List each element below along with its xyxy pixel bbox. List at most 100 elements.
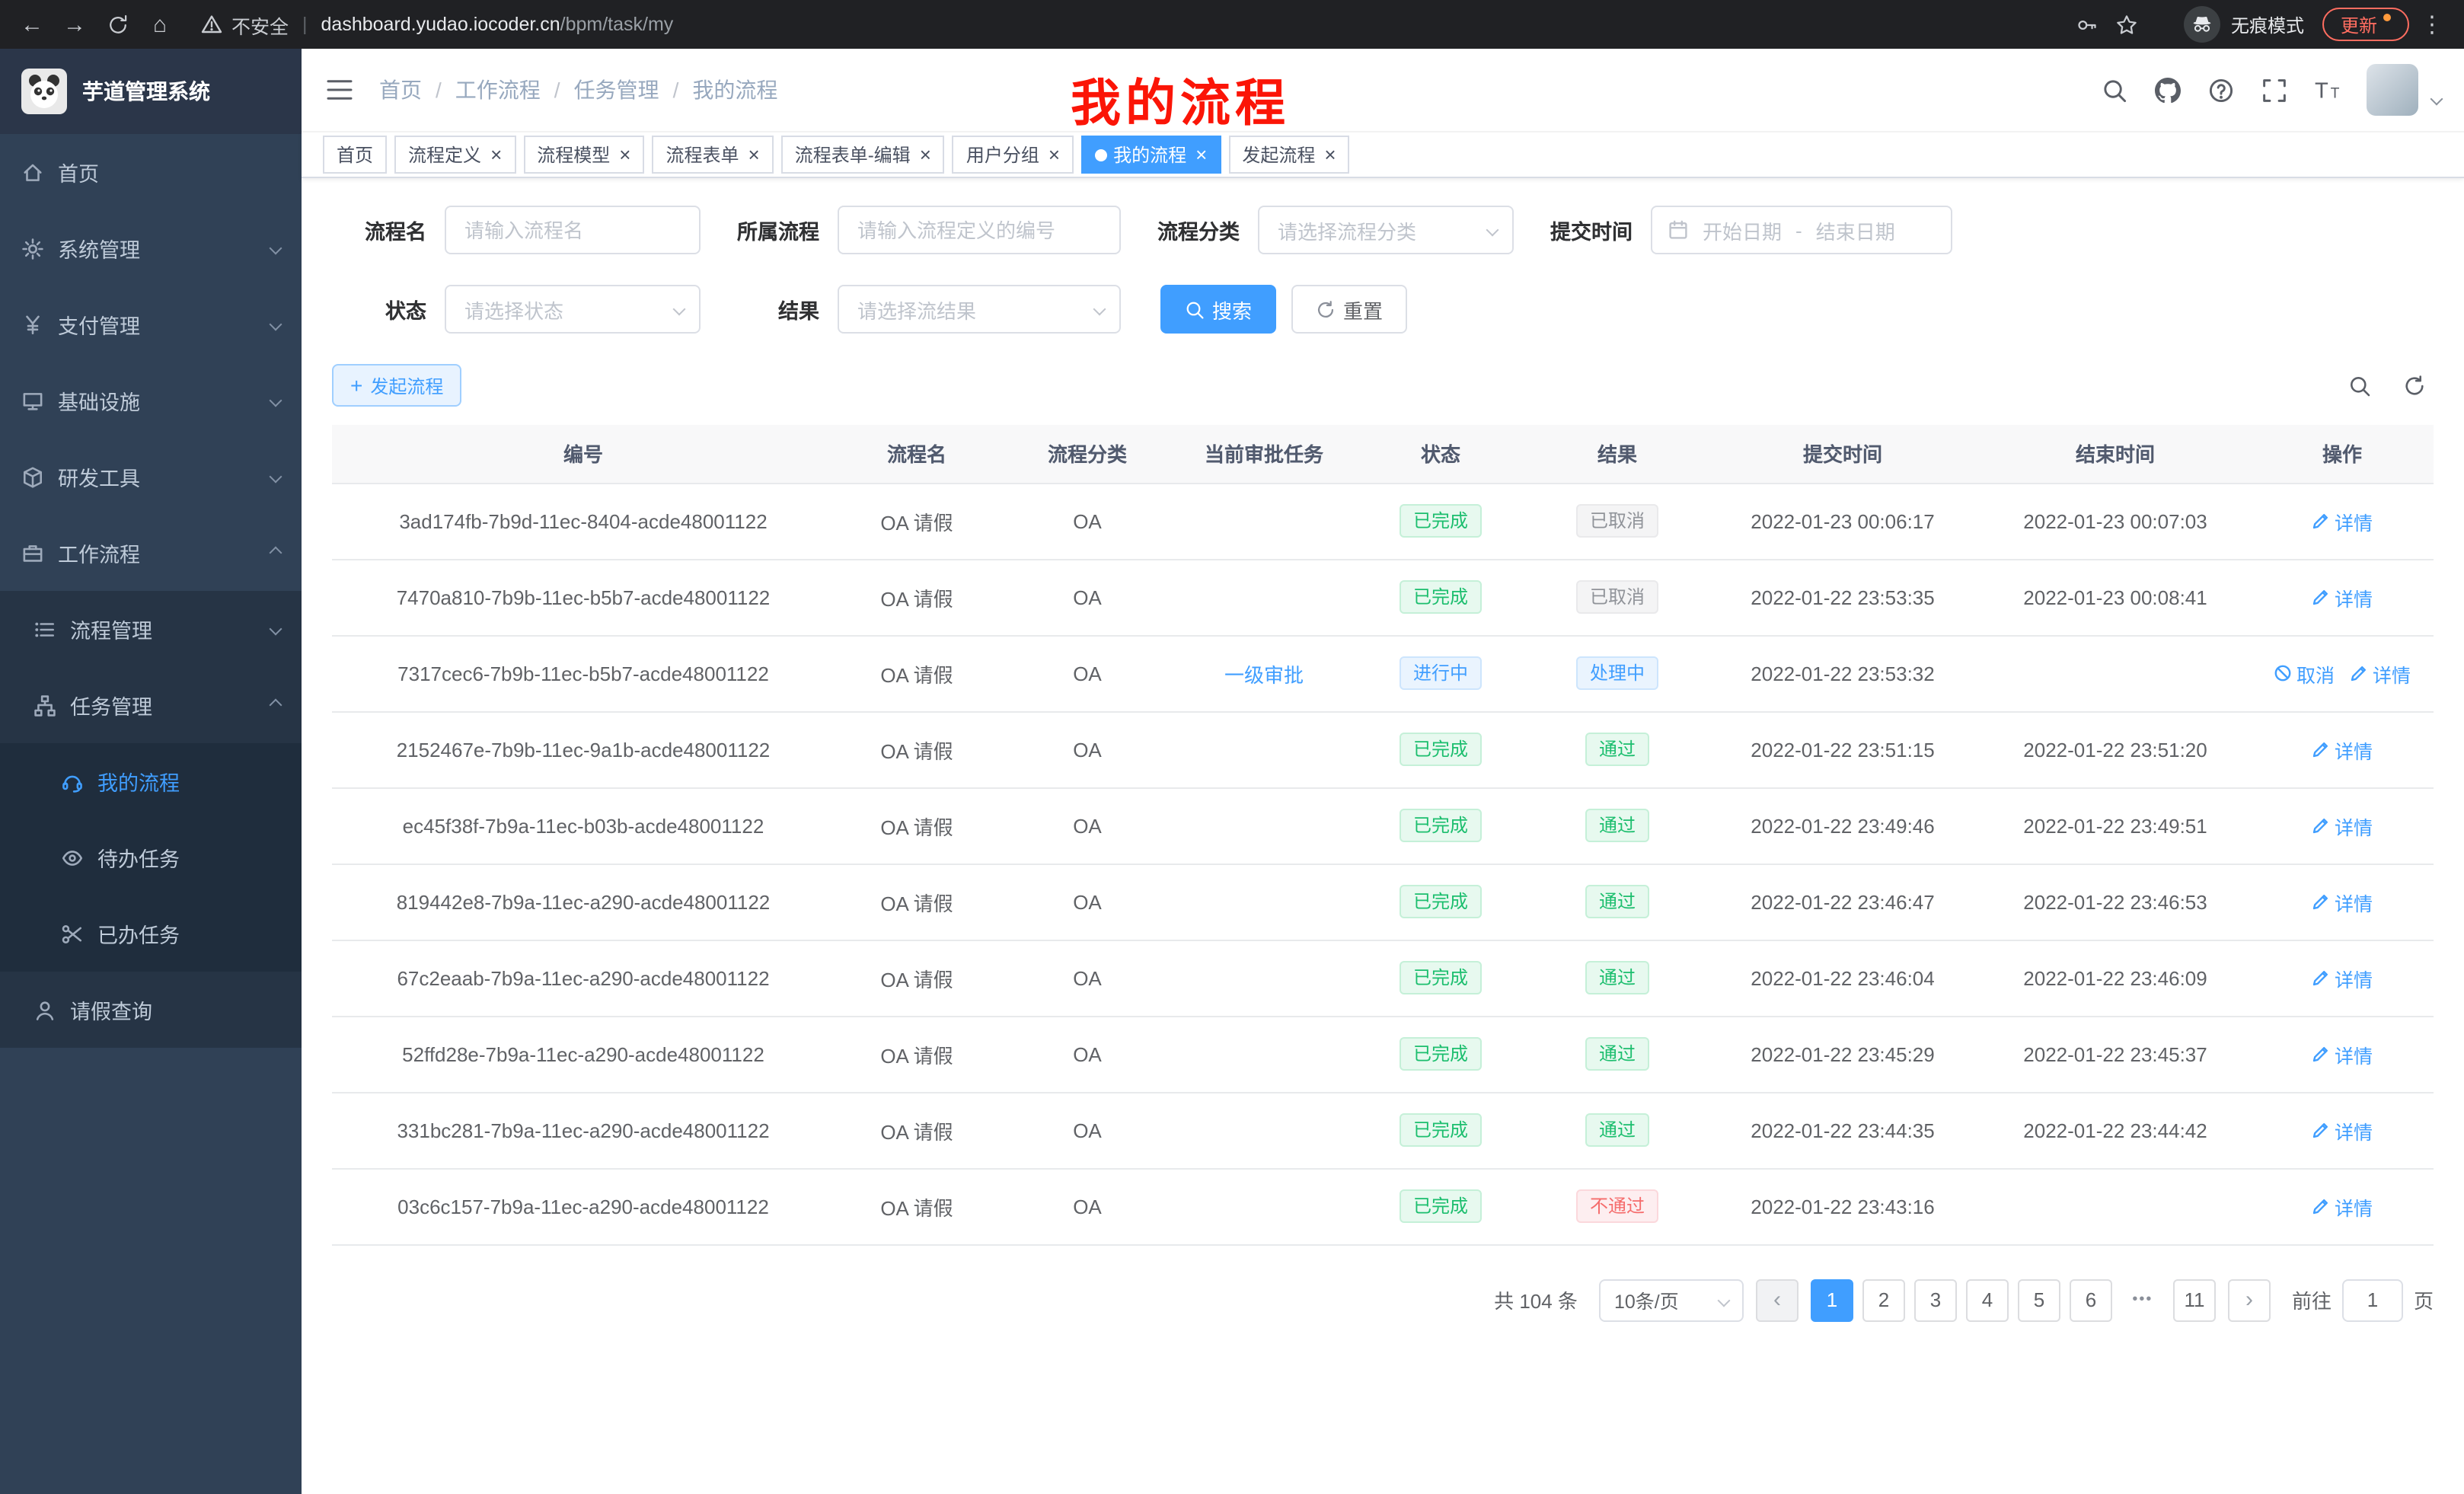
more-pages-icon[interactable]: ••• [2121,1279,2164,1321]
hamburger-icon[interactable] [324,75,355,105]
breadcrumb-item[interactable]: 工作流程 [455,75,541,105]
page-button[interactable]: 6 [2070,1279,2112,1321]
detail-action[interactable]: 详情 [2312,963,2373,992]
detail-action[interactable]: 详情 [2312,1116,2373,1144]
browser-home-icon[interactable]: ⌂ [140,5,180,44]
status-cell: 已完成 [1352,1016,1529,1092]
fullscreen-icon[interactable] [2260,76,2287,104]
process-name-input[interactable] [445,206,701,254]
chevron-down-icon[interactable] [2430,93,2443,106]
chevron-down-icon [270,394,282,407]
process-id: 52ffd28e-7b9a-11ec-a290-acde48001122 [332,1016,835,1092]
tab[interactable]: 流程定义 × [394,136,515,174]
tab[interactable]: 流程表单× [652,136,773,174]
page-button[interactable]: 11 [2173,1279,2216,1321]
sidebar-item[interactable]: 待办任务 [0,819,302,895]
close-icon[interactable]: × [490,145,502,164]
browser-menu-dots-icon[interactable]: ⋮ [2412,5,2452,44]
close-icon[interactable]: × [748,145,760,164]
breadcrumb-item[interactable]: 我的流程 [692,75,777,105]
key-icon[interactable] [2068,5,2108,44]
detail-action[interactable]: 详情 [2312,1039,2373,1068]
cancel-action[interactable]: 取消 [2274,659,2335,688]
status-select[interactable]: 请选择状态 [445,285,701,334]
page-button[interactable]: 5 [2018,1279,2060,1321]
prev-page-button[interactable]: ‹ [1756,1279,1799,1321]
close-icon[interactable]: × [1324,145,1336,164]
goto-page-input[interactable] [2342,1279,2403,1321]
detail-action[interactable]: 详情 [2312,1192,2373,1221]
breadcrumb-item[interactable]: 首页 [379,75,422,105]
sidebar-item[interactable]: 支付管理 [0,286,302,362]
detail-action[interactable]: 详情 [2312,583,2373,611]
detail-action[interactable]: 详情 [2350,659,2411,688]
sidebar-item[interactable]: 流程管理 [0,591,302,667]
bookmark-star-icon[interactable] [2108,5,2147,44]
sidebar-item[interactable]: 任务管理 [0,667,302,743]
sidebar-item[interactable]: 工作流程 [0,515,302,591]
browser-chrome: ← → ⌂ 不安全 | dashboard.yudao.iocoder.cn/b… [0,0,2464,49]
help-icon[interactable] [2207,76,2234,104]
sidebar-item[interactable]: 请假查询 [0,972,302,1048]
process-id: 331bc281-7b9a-11ec-a290-acde48001122 [332,1092,835,1168]
close-icon[interactable]: × [619,145,630,164]
back-icon[interactable]: ← [12,5,52,44]
tab[interactable]: 用户分组× [953,136,1074,174]
toggle-search-icon[interactable] [2345,372,2373,399]
sidebar-item[interactable]: 已办任务 [0,895,302,972]
process-table: 编号流程名流程分类当前审批任务状态结果提交时间结束时间操作 3ad174fb-7… [332,425,2434,1245]
detail-action[interactable]: 详情 [2312,506,2373,535]
search-icon[interactable] [2100,76,2127,104]
category-select[interactable]: 请选择流程分类 [1258,206,1514,254]
avatar[interactable] [2367,64,2418,116]
page-button[interactable]: 2 [1862,1279,1905,1321]
tab[interactable]: 流程表单-编辑× [781,136,945,174]
close-icon[interactable]: × [1048,145,1060,164]
font-size-icon[interactable]: TT [2313,76,2341,104]
refresh-icon[interactable] [2400,372,2427,399]
sidebar-item[interactable]: 首页 [0,134,302,210]
process-name: OA 请假 [835,787,999,864]
close-icon[interactable]: × [1195,145,1207,164]
sidebar-item[interactable]: 系统管理 [0,210,302,286]
sidebar-item[interactable]: 基础设施 [0,362,302,439]
reload-icon[interactable] [97,5,137,44]
process-definition-input[interactable] [838,206,1121,254]
forward-icon[interactable]: → [55,5,94,44]
close-icon[interactable]: × [920,145,931,164]
reset-button[interactable]: 重置 [1291,285,1407,334]
sidebar-item[interactable]: 研发工具 [0,439,302,515]
tab-label: 流程模型 [537,142,610,168]
detail-action[interactable]: 详情 [2312,811,2373,840]
filter-label: 流程名 [332,215,426,245]
actions-cell: 详情 [2251,864,2434,940]
github-icon[interactable] [2153,76,2181,104]
tab[interactable]: 发起流程× [1228,136,1349,174]
result-tag: 通过 [1585,809,1649,842]
sidebar-item[interactable]: 我的流程 [0,743,302,819]
process-category: OA [999,1016,1176,1092]
search-button[interactable]: 搜索 [1160,285,1276,334]
address-bar[interactable]: 不安全 | dashboard.yudao.iocoder.cn/bpm/tas… [201,5,2147,44]
page-button[interactable]: 1 [1811,1279,1853,1321]
page-button[interactable]: 4 [1966,1279,2009,1321]
status-cell: 已完成 [1352,1092,1529,1168]
result-select[interactable]: 请选择流结果 [838,285,1121,334]
table-row: 819442e8-7b9a-11ec-a290-acde48001122OA 请… [332,864,2434,940]
update-button[interactable]: 更新 [2322,8,2409,41]
page-size-select[interactable]: 10条/页 [1599,1279,1744,1321]
current-task-link[interactable]: 一级审批 [1224,659,1304,688]
workflow-icon [21,541,44,564]
detail-action[interactable]: 详情 [2312,735,2373,764]
page-button[interactable]: 3 [1914,1279,1957,1321]
detail-action[interactable]: 详情 [2312,887,2373,916]
result-tag: 不通过 [1576,1189,1658,1223]
create-process-button[interactable]: + 发起流程 [332,364,461,407]
tab[interactable]: 我的流程× [1081,136,1221,174]
tab[interactable]: 首页 [323,136,387,174]
breadcrumb-item[interactable]: 任务管理 [574,75,659,105]
next-page-button[interactable]: › [2228,1279,2271,1321]
submit-time-range[interactable]: 开始日期 - 结束日期 [1651,206,1952,254]
tab[interactable]: 流程模型 × [523,136,644,174]
tab-label: 流程定义 [408,142,481,168]
